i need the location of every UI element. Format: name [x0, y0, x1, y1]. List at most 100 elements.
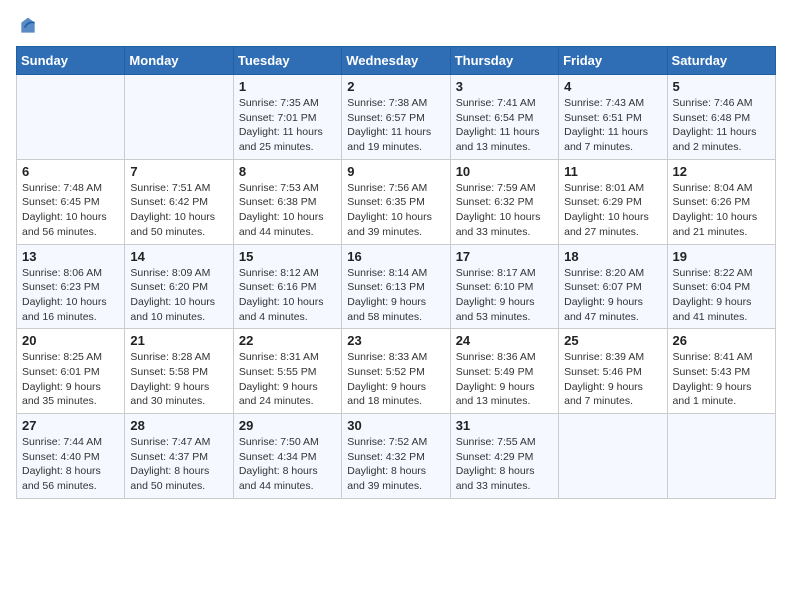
day-info: Sunrise: 7:59 AM Sunset: 6:32 PM Dayligh… — [456, 181, 553, 240]
calendar-cell — [17, 75, 125, 160]
calendar-week-row: 1 Sunrise: 7:35 AM Sunset: 7:01 PM Daylig… — [17, 75, 776, 160]
calendar-cell: 29 Sunrise: 7:50 AM Sunset: 4:34 PM Dayli… — [233, 414, 341, 499]
calendar-cell: 17 Sunrise: 8:17 AM Sunset: 6:10 PM Dayli… — [450, 244, 558, 329]
day-info: Sunrise: 8:14 AM Sunset: 6:13 PM Dayligh… — [347, 266, 444, 325]
day-info: Sunrise: 8:41 AM Sunset: 5:43 PM Dayligh… — [673, 350, 770, 409]
page-header — [16, 16, 776, 36]
calendar-cell: 19 Sunrise: 8:22 AM Sunset: 6:04 PM Dayli… — [667, 244, 775, 329]
day-number: 2 — [347, 79, 444, 94]
day-info: Sunrise: 8:04 AM Sunset: 6:26 PM Dayligh… — [673, 181, 770, 240]
day-info: Sunrise: 7:47 AM Sunset: 4:37 PM Dayligh… — [130, 435, 227, 494]
weekday-header: Wednesday — [342, 47, 450, 75]
calendar-cell: 1 Sunrise: 7:35 AM Sunset: 7:01 PM Daylig… — [233, 75, 341, 160]
day-number: 4 — [564, 79, 661, 94]
calendar-table: SundayMondayTuesdayWednesdayThursdayFrid… — [16, 46, 776, 499]
day-number: 6 — [22, 164, 119, 179]
calendar-cell: 10Sunrise: 7:59 AM Sunset: 6:32 PM Dayli… — [450, 159, 558, 244]
day-info: Sunrise: 7:35 AM Sunset: 7:01 PM Dayligh… — [239, 96, 336, 155]
day-info: Sunrise: 8:12 AM Sunset: 6:16 PM Dayligh… — [239, 266, 336, 325]
day-info: Sunrise: 7:46 AM Sunset: 6:48 PM Dayligh… — [673, 96, 770, 155]
day-number: 15 — [239, 249, 336, 264]
weekday-header: Friday — [559, 47, 667, 75]
calendar-cell: 11 Sunrise: 8:01 AM Sunset: 6:29 PM Dayli… — [559, 159, 667, 244]
day-info: Sunrise: 8:20 AM Sunset: 6:07 PM Dayligh… — [564, 266, 661, 325]
calendar-week-row: 27Sunrise: 7:44 AM Sunset: 4:40 PM Dayli… — [17, 414, 776, 499]
day-number: 3 — [456, 79, 553, 94]
weekday-header: Tuesday — [233, 47, 341, 75]
calendar-cell: 23 Sunrise: 8:33 AM Sunset: 5:52 PM Dayli… — [342, 329, 450, 414]
day-info: Sunrise: 8:31 AM Sunset: 5:55 PM Dayligh… — [239, 350, 336, 409]
day-number: 7 — [130, 164, 227, 179]
day-info: Sunrise: 7:48 AM Sunset: 6:45 PM Dayligh… — [22, 181, 119, 240]
calendar-cell: 4 Sunrise: 7:43 AM Sunset: 6:51 PM Daylig… — [559, 75, 667, 160]
calendar-cell: 14Sunrise: 8:09 AM Sunset: 6:20 PM Dayli… — [125, 244, 233, 329]
day-number: 28 — [130, 418, 227, 433]
day-info: Sunrise: 8:22 AM Sunset: 6:04 PM Dayligh… — [673, 266, 770, 325]
calendar-cell: 12 Sunrise: 8:04 AM Sunset: 6:26 PM Dayli… — [667, 159, 775, 244]
day-info: Sunrise: 8:28 AM Sunset: 5:58 PM Dayligh… — [130, 350, 227, 409]
day-info: Sunrise: 7:56 AM Sunset: 6:35 PM Dayligh… — [347, 181, 444, 240]
calendar-cell: 7 Sunrise: 7:51 AM Sunset: 6:42 PM Daylig… — [125, 159, 233, 244]
day-number: 11 — [564, 164, 661, 179]
day-number: 25 — [564, 333, 661, 348]
day-number: 30 — [347, 418, 444, 433]
calendar-cell: 27Sunrise: 7:44 AM Sunset: 4:40 PM Dayli… — [17, 414, 125, 499]
day-number: 16 — [347, 249, 444, 264]
day-number: 17 — [456, 249, 553, 264]
calendar-week-row: 20 Sunrise: 8:25 AM Sunset: 6:01 PM Dayli… — [17, 329, 776, 414]
calendar-header: SundayMondayTuesdayWednesdayThursdayFrid… — [17, 47, 776, 75]
day-number: 19 — [673, 249, 770, 264]
day-info: Sunrise: 8:25 AM Sunset: 6:01 PM Dayligh… — [22, 350, 119, 409]
day-info: Sunrise: 8:01 AM Sunset: 6:29 PM Dayligh… — [564, 181, 661, 240]
day-number: 20 — [22, 333, 119, 348]
day-info: Sunrise: 7:50 AM Sunset: 4:34 PM Dayligh… — [239, 435, 336, 494]
day-number: 13 — [22, 249, 119, 264]
day-number: 31 — [456, 418, 553, 433]
day-info: Sunrise: 7:43 AM Sunset: 6:51 PM Dayligh… — [564, 96, 661, 155]
weekday-header: Saturday — [667, 47, 775, 75]
calendar-cell: 15 Sunrise: 8:12 AM Sunset: 6:16 PM Dayli… — [233, 244, 341, 329]
day-info: Sunrise: 7:55 AM Sunset: 4:29 PM Dayligh… — [456, 435, 553, 494]
calendar-cell: 9 Sunrise: 7:56 AM Sunset: 6:35 PM Daylig… — [342, 159, 450, 244]
day-info: Sunrise: 8:06 AM Sunset: 6:23 PM Dayligh… — [22, 266, 119, 325]
day-number: 12 — [673, 164, 770, 179]
day-info: Sunrise: 7:41 AM Sunset: 6:54 PM Dayligh… — [456, 96, 553, 155]
day-info: Sunrise: 7:52 AM Sunset: 4:32 PM Dayligh… — [347, 435, 444, 494]
calendar-week-row: 6 Sunrise: 7:48 AM Sunset: 6:45 PM Daylig… — [17, 159, 776, 244]
weekday-header: Monday — [125, 47, 233, 75]
day-info: Sunrise: 8:09 AM Sunset: 6:20 PM Dayligh… — [130, 266, 227, 325]
day-info: Sunrise: 8:33 AM Sunset: 5:52 PM Dayligh… — [347, 350, 444, 409]
day-number: 27 — [22, 418, 119, 433]
day-number: 18 — [564, 249, 661, 264]
day-info: Sunrise: 8:39 AM Sunset: 5:46 PM Dayligh… — [564, 350, 661, 409]
calendar-cell: 2Sunrise: 7:38 AM Sunset: 6:57 PM Daylig… — [342, 75, 450, 160]
calendar-cell: 18 Sunrise: 8:20 AM Sunset: 6:07 PM Dayli… — [559, 244, 667, 329]
logo-icon — [18, 16, 38, 36]
day-number: 23 — [347, 333, 444, 348]
weekday-header: Thursday — [450, 47, 558, 75]
calendar-cell — [125, 75, 233, 160]
day-number: 26 — [673, 333, 770, 348]
day-number: 9 — [347, 164, 444, 179]
calendar-cell: 28 Sunrise: 7:47 AM Sunset: 4:37 PM Dayli… — [125, 414, 233, 499]
weekday-header: Sunday — [17, 47, 125, 75]
calendar-cell: 3 Sunrise: 7:41 AM Sunset: 6:54 PM Daylig… — [450, 75, 558, 160]
calendar-cell: 6 Sunrise: 7:48 AM Sunset: 6:45 PM Daylig… — [17, 159, 125, 244]
day-info: Sunrise: 8:36 AM Sunset: 5:49 PM Dayligh… — [456, 350, 553, 409]
calendar-cell: 20 Sunrise: 8:25 AM Sunset: 6:01 PM Dayli… — [17, 329, 125, 414]
day-info: Sunrise: 8:17 AM Sunset: 6:10 PM Dayligh… — [456, 266, 553, 325]
calendar-cell: 24Sunrise: 8:36 AM Sunset: 5:49 PM Dayli… — [450, 329, 558, 414]
day-number: 5 — [673, 79, 770, 94]
day-number: 29 — [239, 418, 336, 433]
day-info: Sunrise: 7:51 AM Sunset: 6:42 PM Dayligh… — [130, 181, 227, 240]
day-number: 8 — [239, 164, 336, 179]
logo — [16, 16, 38, 36]
calendar-cell: 16 Sunrise: 8:14 AM Sunset: 6:13 PM Dayli… — [342, 244, 450, 329]
calendar-week-row: 13 Sunrise: 8:06 AM Sunset: 6:23 PM Dayli… — [17, 244, 776, 329]
calendar-cell: 5 Sunrise: 7:46 AM Sunset: 6:48 PM Daylig… — [667, 75, 775, 160]
calendar-cell: 21 Sunrise: 8:28 AM Sunset: 5:58 PM Dayli… — [125, 329, 233, 414]
calendar-cell: 31 Sunrise: 7:55 AM Sunset: 4:29 PM Dayli… — [450, 414, 558, 499]
day-number: 21 — [130, 333, 227, 348]
calendar-cell: 13 Sunrise: 8:06 AM Sunset: 6:23 PM Dayli… — [17, 244, 125, 329]
day-number: 1 — [239, 79, 336, 94]
